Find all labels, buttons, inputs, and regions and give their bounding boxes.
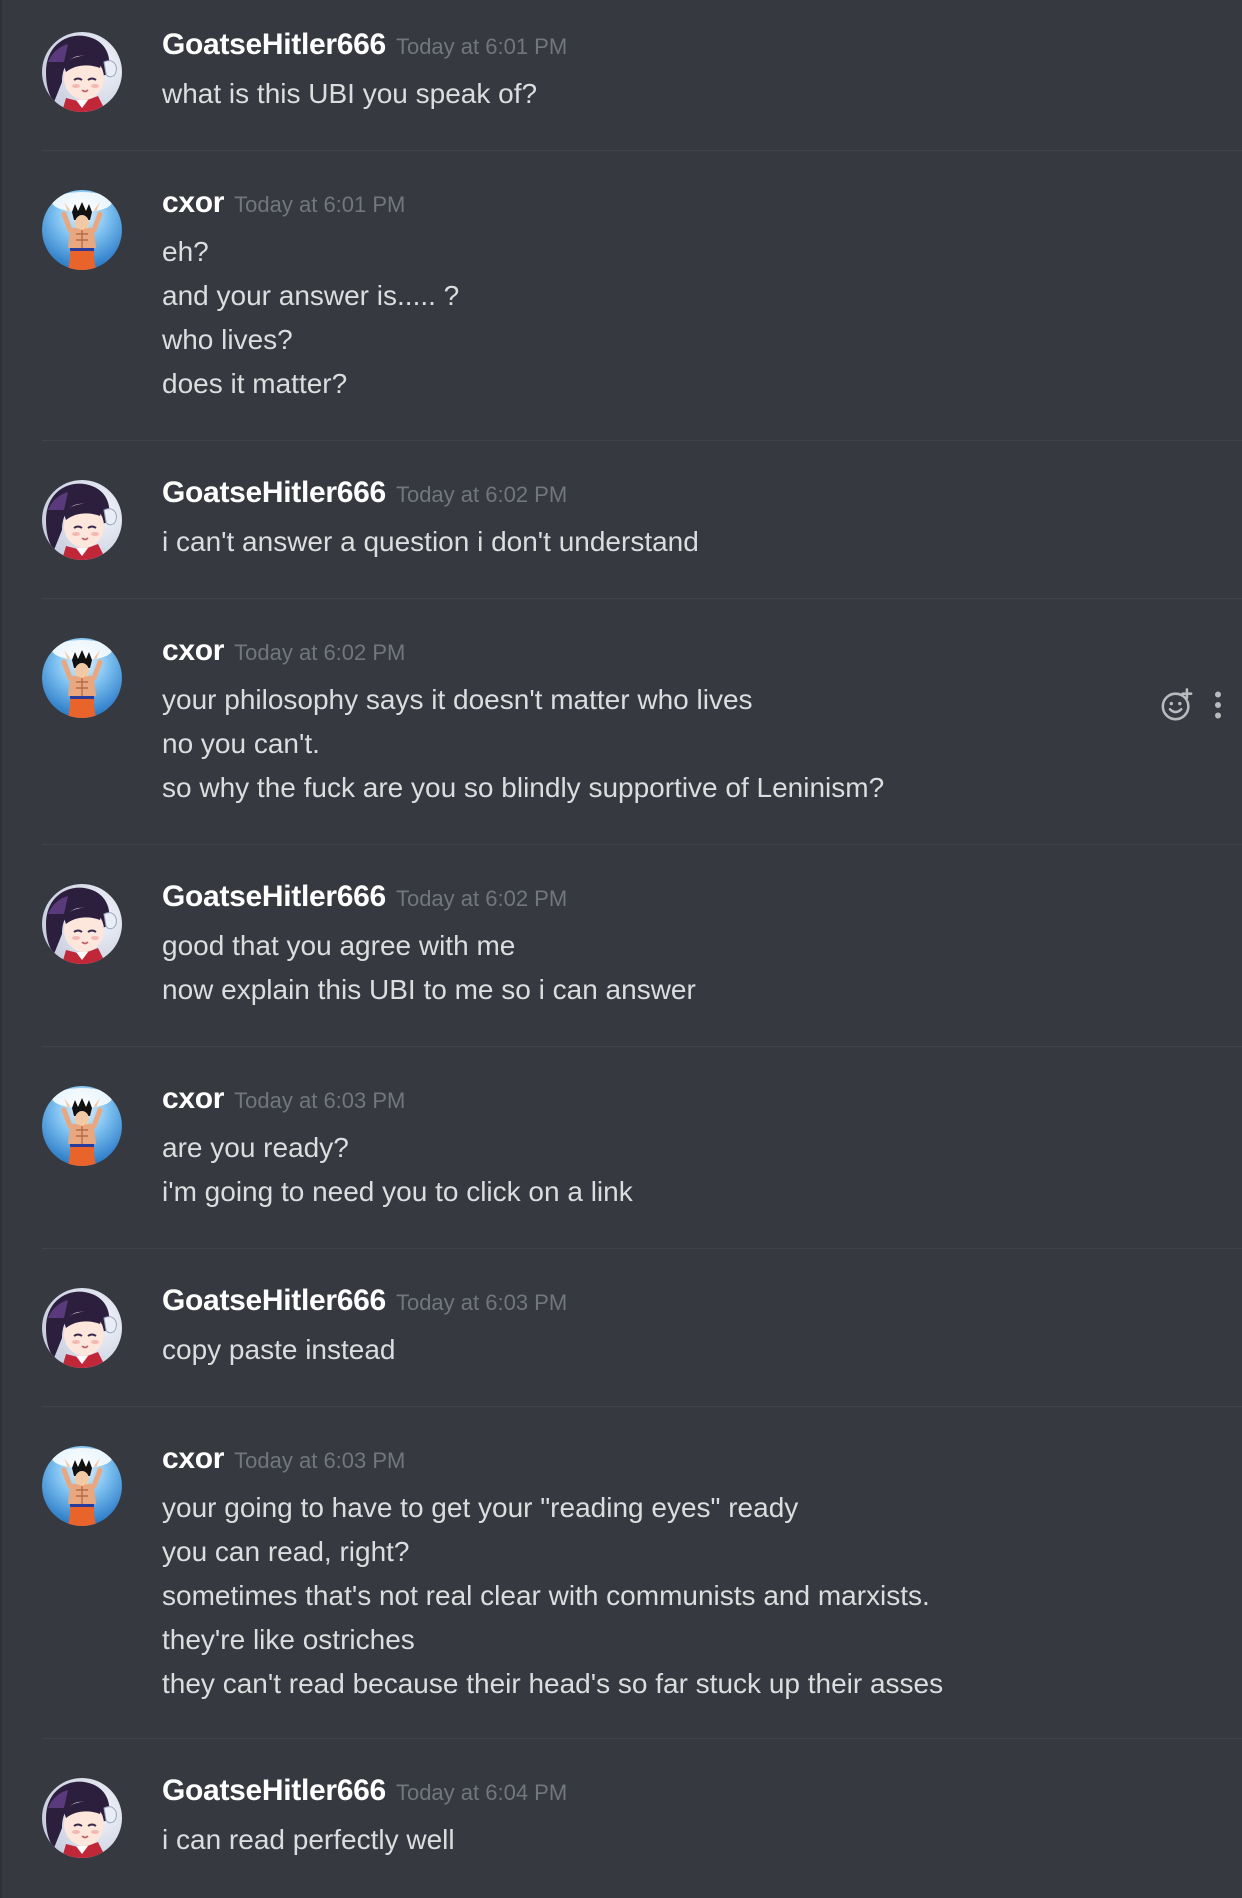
goku-avatar[interactable] xyxy=(42,638,122,718)
username[interactable]: cxor xyxy=(162,1442,224,1475)
message-lines: eh? and your answer is..... ? who lives? do… xyxy=(162,230,459,406)
message-lines: what is this UBI you speak of? xyxy=(162,72,537,116)
goku-avatar[interactable] xyxy=(42,190,122,270)
message-text: your going to have to get your "reading … xyxy=(162,1492,799,1523)
message-group: cxor Today at 6:03 PM are you ready? i'm go… xyxy=(42,1082,1242,1214)
message-divider xyxy=(42,1248,1242,1249)
message-header: cxor Today at 6:01 PM xyxy=(162,186,405,230)
username[interactable]: GoatseHitler666 xyxy=(162,476,386,509)
message-group: GoatseHitler666 Today at 6:02 PM good that… xyxy=(42,880,1242,1012)
message-text: now explain this UBI to me so i can answ… xyxy=(162,974,696,1005)
message-text: eh? xyxy=(162,236,209,267)
anime-girl-avatar[interactable] xyxy=(42,884,122,964)
message-header: GoatseHitler666 Today at 6:02 PM xyxy=(162,476,567,520)
message-text: i'm going to need you to click on a link xyxy=(162,1176,633,1207)
message-divider xyxy=(42,844,1242,845)
message-text: what is this UBI you speak of? xyxy=(162,78,538,109)
timestamp: Today at 6:03 PM xyxy=(234,1088,406,1113)
message-header: GoatseHitler666 Today at 6:02 PM xyxy=(162,880,567,924)
message-header: cxor Today at 6:03 PM xyxy=(162,1082,405,1126)
message-group: GoatseHitler666 Today at 6:01 PM what is t… xyxy=(42,28,1242,116)
timestamp: Today at 6:01 PM xyxy=(234,192,406,217)
message-lines: copy paste instead xyxy=(162,1328,396,1372)
message-text: i can read perfectly well xyxy=(162,1824,455,1855)
goku-avatar[interactable] xyxy=(42,1086,122,1166)
message-lines: are you ready? i'm going to need you to c… xyxy=(162,1126,633,1214)
message-text: i can't answer a question i don't unders… xyxy=(162,526,699,557)
message-hover-actions xyxy=(1160,688,1224,722)
message-lines: your going to have to get your "reading … xyxy=(162,1486,943,1706)
username[interactable]: GoatseHitler666 xyxy=(162,1774,386,1807)
message-text: and your answer is..... ? xyxy=(162,280,460,311)
message-header: cxor Today at 6:02 PM xyxy=(162,634,405,678)
message-divider xyxy=(42,1046,1242,1047)
username[interactable]: cxor xyxy=(162,634,224,667)
message-text: no you can't. xyxy=(162,728,320,759)
message-group: GoatseHitler666 Today at 6:02 PM i can't a… xyxy=(42,476,1242,564)
timestamp: Today at 6:02 PM xyxy=(234,640,406,665)
message-text: good that you agree with me xyxy=(162,930,516,961)
message-text: they can't read because their head's so … xyxy=(162,1668,944,1699)
left-edge xyxy=(0,0,2,1898)
message-header: GoatseHitler666 Today at 6:04 PM xyxy=(162,1774,567,1818)
anime-girl-avatar[interactable] xyxy=(42,480,122,560)
timestamp: Today at 6:03 PM xyxy=(395,1290,568,1315)
message-text: does it matter? xyxy=(162,368,348,399)
chat-message-list: GoatseHitler666 Today at 6:01 PM what is t… xyxy=(0,0,1242,1898)
message-group: cxor Today at 6:02 PM your philosophy says… xyxy=(42,634,1242,810)
timestamp: Today at 6:03 PM xyxy=(234,1448,406,1473)
more-options-icon[interactable] xyxy=(1212,690,1224,720)
message-divider xyxy=(42,1406,1242,1407)
add-reaction-icon[interactable] xyxy=(1160,688,1194,722)
message-text: who lives? xyxy=(162,324,293,355)
username[interactable]: GoatseHitler666 xyxy=(162,28,386,61)
timestamp: Today at 6:02 PM xyxy=(395,482,568,507)
message-group: GoatseHitler666 Today at 6:03 PM copy past… xyxy=(42,1284,1242,1372)
message-text: so why the fuck are you so blindly suppo… xyxy=(162,772,885,803)
username[interactable]: cxor xyxy=(162,186,224,219)
message-header: cxor Today at 6:03 PM xyxy=(162,1442,405,1486)
message-divider xyxy=(42,440,1242,441)
message-text: you can read, right? xyxy=(162,1536,410,1567)
username[interactable]: GoatseHitler666 xyxy=(162,1284,386,1317)
message-lines: your philosophy says it doesn't matter w… xyxy=(162,678,884,810)
message-group: cxor Today at 6:01 PM eh? and your answer i… xyxy=(42,186,1242,406)
timestamp: Today at 6:01 PM xyxy=(395,34,568,59)
timestamp: Today at 6:02 PM xyxy=(395,886,568,911)
message-lines: i can't answer a question i don't unders… xyxy=(162,520,699,564)
timestamp: Today at 6:04 PM xyxy=(395,1780,568,1805)
message-text: your philosophy says it doesn't matter w… xyxy=(162,684,753,715)
message-lines: i can read perfectly well xyxy=(162,1818,455,1862)
message-text: are you ready? xyxy=(162,1132,349,1163)
message-lines: good that you agree with me now explain t… xyxy=(162,924,696,1012)
message-divider xyxy=(42,1738,1242,1739)
message-divider xyxy=(42,150,1242,151)
anime-girl-avatar[interactable] xyxy=(42,32,122,112)
message-group: GoatseHitler666 Today at 6:04 PM i can rea… xyxy=(42,1774,1242,1862)
message-text: copy paste instead xyxy=(162,1334,396,1365)
message-header: GoatseHitler666 Today at 6:03 PM xyxy=(162,1284,567,1328)
username[interactable]: cxor xyxy=(162,1082,224,1115)
username[interactable]: GoatseHitler666 xyxy=(162,880,386,913)
message-text: they're like ostriches xyxy=(162,1624,415,1655)
message-header: GoatseHitler666 Today at 6:01 PM xyxy=(162,28,567,72)
anime-girl-avatar[interactable] xyxy=(42,1288,122,1368)
message-text: sometimes that's not real clear with com… xyxy=(162,1580,930,1611)
message-divider xyxy=(42,598,1242,599)
goku-avatar[interactable] xyxy=(42,1446,122,1526)
anime-girl-avatar[interactable] xyxy=(42,1778,122,1858)
message-group: cxor Today at 6:03 PM your going to have t… xyxy=(42,1442,1242,1706)
